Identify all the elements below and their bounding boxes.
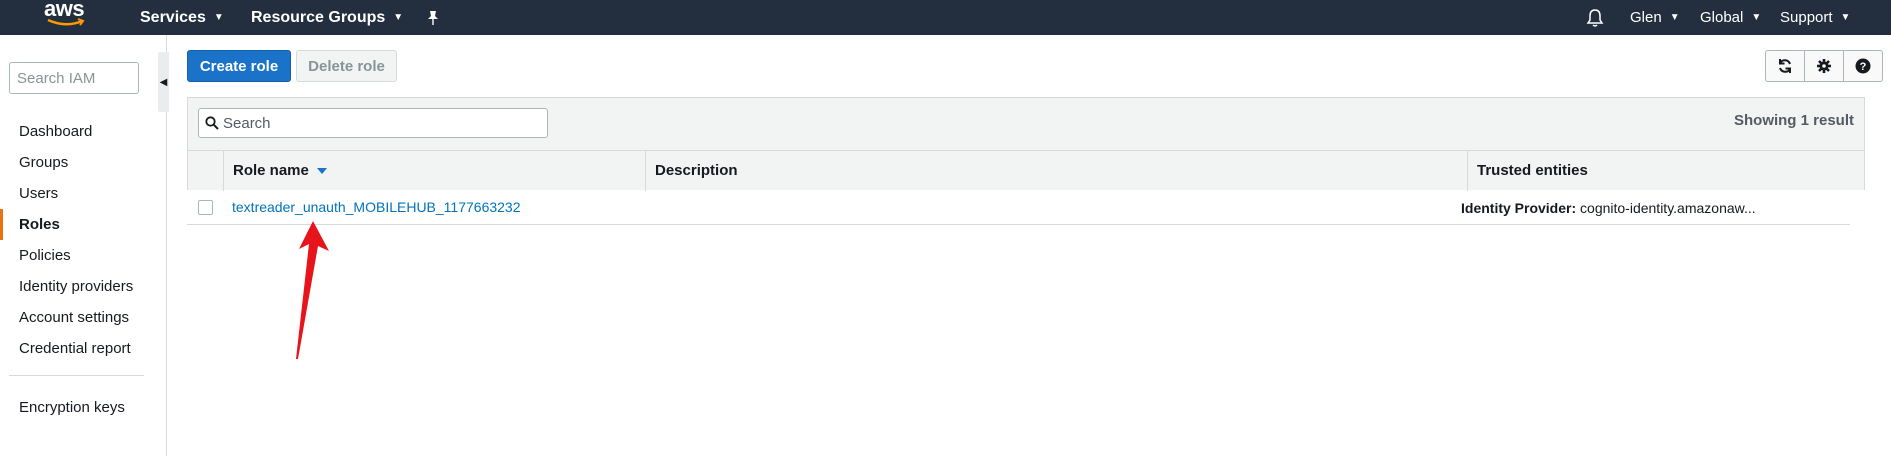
region-label: Global [1700, 9, 1744, 26]
trusted-label: Identity Provider: [1461, 200, 1577, 216]
header-select-column [188, 151, 224, 191]
column-label: Description [655, 162, 738, 179]
sidebar-item-credential-report[interactable]: Credential report [0, 333, 166, 364]
chevron-down-icon: ▼ [213, 12, 224, 23]
chevron-down-icon: ▼ [1840, 12, 1851, 23]
search-iam-input[interactable] [9, 62, 139, 94]
bell-icon [1586, 8, 1604, 27]
delete-role-button: Delete role [296, 50, 397, 82]
table-search [198, 108, 548, 138]
column-header-trusted-entities[interactable]: Trusted entities [1468, 151, 1864, 191]
collapse-sidebar-button[interactable]: ◀ [158, 52, 169, 112]
search-icon [205, 116, 219, 130]
resource-groups-menu[interactable]: Resource Groups ▼ [251, 0, 403, 35]
pin-button[interactable] [426, 0, 440, 35]
svg-text:?: ? [1860, 61, 1867, 73]
sidebar: Dashboard Groups Users Roles Policies Id… [0, 35, 167, 456]
sidebar-item-encryption-keys[interactable]: Encryption keys [19, 399, 125, 416]
gear-icon [1817, 59, 1831, 73]
sidebar-item-account-settings[interactable]: Account settings [0, 302, 166, 333]
user-label: Glen [1630, 9, 1662, 26]
chevron-left-icon: ◀ [159, 76, 168, 88]
column-header-role-name[interactable]: Role name [224, 151, 646, 191]
roles-table-panel: Showing 1 result Role name Description T… [187, 97, 1865, 191]
user-menu[interactable]: Glen ▼ [1630, 0, 1680, 35]
refresh-button[interactable] [1765, 50, 1805, 82]
annotation-arrow-icon [296, 221, 329, 359]
support-label: Support [1780, 9, 1833, 26]
notifications-button[interactable] [1586, 0, 1604, 35]
sidebar-item-users[interactable]: Users [0, 178, 166, 209]
chevron-down-icon: ▼ [1669, 12, 1680, 23]
help-icon: ? [1855, 58, 1871, 74]
aws-logo[interactable]: aws [44, 0, 88, 30]
top-navigation-bar: aws Services ▼ Resource Groups ▼ Glen ▼ … [0, 0, 1891, 35]
create-role-button[interactable]: Create role [187, 50, 291, 82]
services-label: Services [140, 8, 206, 26]
pin-icon [428, 10, 438, 25]
chevron-down-icon: ▼ [393, 12, 404, 23]
aws-smile-icon [47, 18, 85, 26]
sidebar-item-roles[interactable]: Roles [0, 209, 166, 240]
sidebar-item-dashboard[interactable]: Dashboard [0, 116, 166, 147]
sidebar-item-identity-providers[interactable]: Identity providers [0, 271, 166, 302]
trusted-value: cognito-identity.amazonaw... [1580, 200, 1756, 216]
settings-button[interactable] [1804, 50, 1844, 82]
sort-descending-icon [316, 168, 327, 175]
table-header: Role name Description Trusted entities [188, 150, 1864, 191]
column-label: Role name [233, 162, 309, 179]
chevron-down-icon: ▼ [1751, 12, 1762, 23]
sidebar-divider [9, 375, 144, 376]
support-menu[interactable]: Support ▼ [1780, 0, 1850, 35]
sidebar-item-policies[interactable]: Policies [0, 240, 166, 271]
table-search-input[interactable] [223, 109, 543, 137]
region-menu[interactable]: Global ▼ [1700, 0, 1761, 35]
resource-groups-label: Resource Groups [251, 8, 386, 26]
result-count: Showing 1 result [1733, 112, 1854, 129]
help-button[interactable]: ? [1843, 50, 1883, 82]
table-tools: ? [1765, 50, 1883, 82]
column-header-description[interactable]: Description [646, 151, 1468, 191]
table-row[interactable]: textreader_unauth_MOBILEHUB_1177663232 I… [187, 191, 1850, 225]
sidebar-item-groups[interactable]: Groups [0, 147, 166, 178]
sidebar-nav: Dashboard Groups Users Roles Policies Id… [0, 116, 166, 364]
role-name-link[interactable]: textreader_unauth_MOBILEHUB_1177663232 [232, 199, 521, 215]
row-checkbox[interactable] [198, 200, 213, 215]
column-label: Trusted entities [1477, 162, 1588, 179]
services-menu[interactable]: Services ▼ [140, 0, 224, 35]
trusted-entities-cell: Identity Provider: cognito-identity.amaz… [1461, 200, 1756, 216]
refresh-icon [1779, 59, 1791, 73]
